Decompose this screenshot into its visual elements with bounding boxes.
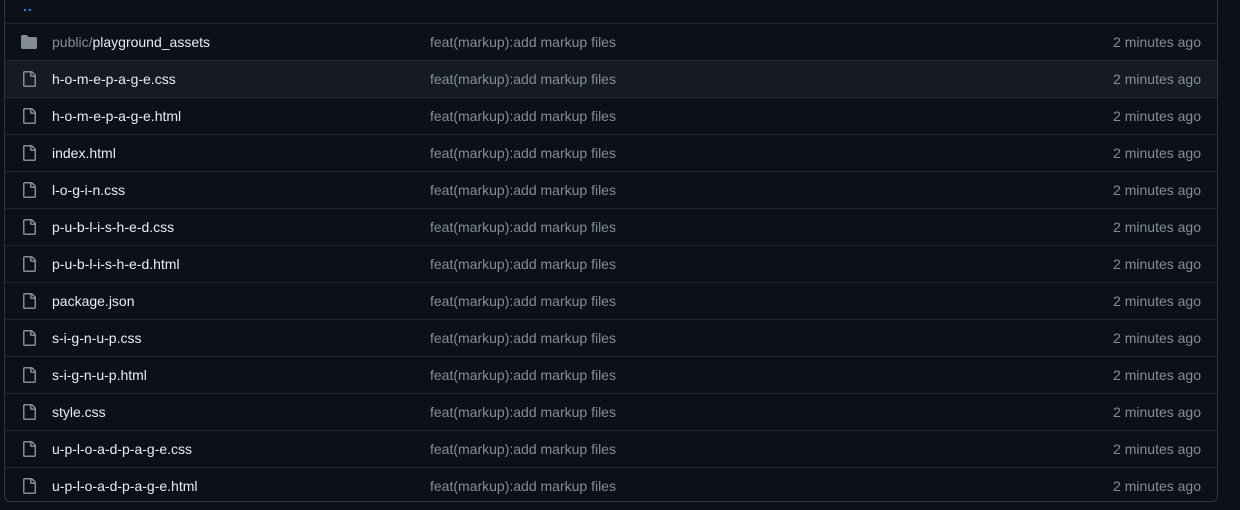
file-name-link[interactable]: p-u-b-l-i-s-h-e-d.css (52, 219, 174, 235)
file-name-link[interactable]: style.css (52, 404, 106, 420)
file-icon (19, 402, 39, 422)
commit-message-link[interactable]: feat(markup):add markup files (430, 182, 616, 198)
commit-time: 2 minutes ago (1113, 478, 1201, 494)
commit-time: 2 minutes ago (1113, 441, 1201, 457)
commit-message-link[interactable]: feat(markup):add markup files (430, 367, 616, 383)
file-row[interactable]: p-u-b-l-i-s-h-e-d.html feat(markup):add … (5, 245, 1217, 282)
commit-message-link[interactable]: feat(markup):add markup files (430, 404, 616, 420)
commit-message-link[interactable]: feat(markup):add markup files (430, 441, 616, 457)
commit-time: 2 minutes ago (1113, 256, 1201, 272)
file-row[interactable]: style.css feat(markup):add markup files … (5, 393, 1217, 430)
file-icon (19, 69, 39, 89)
file-row[interactable]: package.json feat(markup):add markup fil… (5, 282, 1217, 319)
file-row[interactable]: p-u-b-l-i-s-h-e-d.css feat(markup):add m… (5, 208, 1217, 245)
file-row[interactable]: public/playground_assets feat(markup):ad… (5, 23, 1217, 60)
file-icon (19, 254, 39, 274)
commit-time: 2 minutes ago (1113, 367, 1201, 383)
commit-message-link[interactable]: feat(markup):add markup files (430, 108, 616, 124)
file-list-table: .. public/playground_assets feat(markup)… (4, 0, 1218, 502)
commit-message-link[interactable]: feat(markup):add markup files (430, 330, 616, 346)
file-icon (19, 106, 39, 126)
folder-path-prefix: public/ (52, 34, 93, 50)
commit-message-link[interactable]: feat(markup):add markup files (430, 293, 616, 309)
commit-message-link[interactable]: feat(markup):add markup files (430, 256, 616, 272)
file-icon (19, 476, 39, 496)
file-row[interactable]: l-o-g-i-n.css feat(markup):add markup fi… (5, 171, 1217, 208)
file-name-link[interactable]: p-u-b-l-i-s-h-e-d.html (52, 256, 180, 272)
file-name-link[interactable]: public/playground_assets (52, 34, 210, 50)
file-name-link[interactable]: u-p-l-o-a-d-p-a-g-e.html (52, 478, 197, 494)
file-icon (19, 180, 39, 200)
file-name-link[interactable]: s-i-g-n-u-p.css (52, 330, 141, 346)
file-row[interactable]: u-p-l-o-a-d-p-a-g-e.css feat(markup):add… (5, 430, 1217, 467)
commit-time: 2 minutes ago (1113, 71, 1201, 87)
file-name-link[interactable]: l-o-g-i-n.css (52, 182, 125, 198)
commit-time: 2 minutes ago (1113, 145, 1201, 161)
commit-message-link[interactable]: feat(markup):add markup files (430, 219, 616, 235)
commit-time: 2 minutes ago (1113, 108, 1201, 124)
file-name-link[interactable]: h-o-m-e-p-a-g-e.html (52, 108, 181, 124)
file-row[interactable]: h-o-m-e-p-a-g-e.css feat(markup):add mar… (5, 60, 1217, 97)
commit-message-link[interactable]: feat(markup):add markup files (430, 478, 616, 494)
commit-time: 2 minutes ago (1113, 330, 1201, 346)
file-name: playground_assets (92, 34, 210, 50)
file-row[interactable]: index.html feat(markup):add markup files… (5, 134, 1217, 171)
commit-time: 2 minutes ago (1113, 182, 1201, 198)
file-icon (19, 291, 39, 311)
file-icon (19, 365, 39, 385)
file-icon (19, 439, 39, 459)
file-row[interactable]: h-o-m-e-p-a-g-e.html feat(markup):add ma… (5, 97, 1217, 134)
file-name-link[interactable]: index.html (52, 145, 116, 161)
parent-directory-row[interactable]: .. (5, 0, 1217, 23)
file-row[interactable]: s-i-g-n-u-p.css feat(markup):add markup … (5, 319, 1217, 356)
parent-directory-link[interactable]: .. (23, 0, 33, 13)
commit-time: 2 minutes ago (1113, 404, 1201, 420)
file-name-link[interactable]: package.json (52, 293, 135, 309)
commit-time: 2 minutes ago (1113, 293, 1201, 309)
file-row[interactable]: s-i-g-n-u-p.html feat(markup):add markup… (5, 356, 1217, 393)
commit-message-link[interactable]: feat(markup):add markup files (430, 71, 616, 87)
commit-time: 2 minutes ago (1113, 34, 1201, 50)
folder-icon (19, 32, 39, 52)
file-name-link[interactable]: h-o-m-e-p-a-g-e.css (52, 71, 176, 87)
commit-message-link[interactable]: feat(markup):add markup files (430, 145, 616, 161)
file-row[interactable]: u-p-l-o-a-d-p-a-g-e.html feat(markup):ad… (5, 467, 1217, 501)
file-icon (19, 328, 39, 348)
commit-time: 2 minutes ago (1113, 219, 1201, 235)
commit-message-link[interactable]: feat(markup):add markup files (430, 34, 616, 50)
file-name-link[interactable]: s-i-g-n-u-p.html (52, 367, 147, 383)
file-icon (19, 143, 39, 163)
file-name-link[interactable]: u-p-l-o-a-d-p-a-g-e.css (52, 441, 192, 457)
file-icon (19, 217, 39, 237)
